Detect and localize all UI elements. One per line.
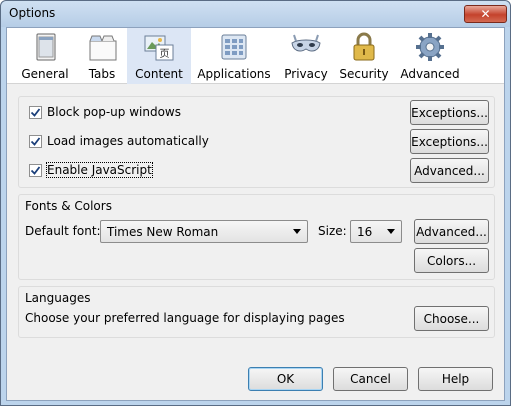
options-window: Options ✕ General Tabs 页 Content Applica…: [0, 0, 511, 406]
default-font-select[interactable]: Times New Roman: [100, 220, 308, 243]
languages-description: Choose your preferred language for displ…: [25, 311, 345, 325]
load-images-check[interactable]: [29, 134, 42, 148]
enable-javascript-check[interactable]: [29, 163, 42, 177]
tab-tabs[interactable]: Tabs: [77, 28, 127, 84]
category-toolbar: General Tabs 页 Content Applications Priv…: [7, 28, 504, 84]
checkmark-icon: [30, 165, 41, 175]
load-images-label: Load images automatically: [47, 134, 209, 148]
block-popups-label: Block pop-up windows: [47, 105, 181, 119]
javascript-advanced-button[interactable]: Advanced...: [410, 158, 489, 183]
gear-icon: [416, 33, 444, 61]
checkmark-icon: [30, 107, 41, 117]
font-size-select[interactable]: 16: [350, 220, 402, 243]
tab-tabs-label: Tabs: [88, 67, 116, 81]
tab-security[interactable]: Security: [335, 28, 393, 84]
tab-applications-label: Applications: [197, 67, 271, 81]
size-label: Size:: [318, 224, 347, 238]
tab-general[interactable]: General: [13, 28, 77, 84]
colors-button[interactable]: Colors...: [414, 248, 489, 273]
tab-privacy-label: Privacy: [284, 67, 328, 81]
svg-text:页: 页: [160, 48, 170, 60]
enable-javascript-label: Enable JavaScript: [46, 162, 153, 178]
tab-advanced[interactable]: Advanced: [395, 28, 465, 84]
choose-language-button[interactable]: Choose...: [414, 306, 489, 331]
window-title: Options: [9, 6, 56, 20]
fonts-advanced-button[interactable]: Advanced...: [414, 219, 489, 244]
tab-content[interactable]: 页 Content: [127, 28, 191, 84]
padlock-icon: [353, 32, 375, 61]
default-font-value: Times New Roman: [107, 224, 219, 239]
images-exceptions-button[interactable]: Exceptions...: [410, 129, 489, 154]
font-size-value: 16: [357, 224, 373, 239]
tab-general-label: General: [21, 67, 69, 81]
chevron-down-icon: [293, 229, 301, 234]
content-icon: 页: [144, 35, 174, 61]
tab-security-label: Security: [339, 67, 389, 81]
applications-icon: [221, 34, 247, 60]
popup-exceptions-button[interactable]: Exceptions...: [410, 100, 489, 125]
enable-javascript-checkbox[interactable]: Enable JavaScript: [29, 162, 153, 178]
fonts-colors-title: Fonts & Colors: [25, 199, 112, 213]
mask-icon: [291, 34, 321, 52]
close-button[interactable]: ✕: [464, 5, 507, 23]
content-options-group: Block pop-up windows Exceptions... Load …: [18, 96, 495, 188]
general-window-icon: [36, 33, 56, 61]
default-font-label: Default font:: [25, 224, 101, 238]
cancel-button[interactable]: Cancel: [333, 367, 408, 391]
languages-group: Languages Choose your preferred language…: [18, 286, 495, 338]
dialog-client-area: General Tabs 页 Content Applications Priv…: [6, 27, 505, 401]
ok-button[interactable]: OK: [248, 367, 323, 391]
tab-content-label: Content: [135, 67, 183, 81]
load-images-checkbox[interactable]: Load images automatically: [29, 134, 209, 148]
checkmark-icon: [30, 136, 41, 146]
tabs-icon: [89, 35, 117, 61]
tab-privacy[interactable]: Privacy: [279, 28, 333, 84]
chevron-down-icon: [387, 229, 395, 234]
help-button[interactable]: Help: [418, 367, 493, 391]
tab-applications[interactable]: Applications: [191, 28, 277, 84]
title-bar[interactable]: Options ✕: [1, 1, 510, 27]
fonts-colors-group: Fonts & Colors Default font: Times New R…: [18, 194, 495, 280]
block-popups-checkbox[interactable]: Block pop-up windows: [29, 105, 181, 119]
languages-title: Languages: [25, 291, 91, 305]
block-popups-check[interactable]: [29, 105, 42, 119]
tab-advanced-label: Advanced: [400, 67, 460, 81]
